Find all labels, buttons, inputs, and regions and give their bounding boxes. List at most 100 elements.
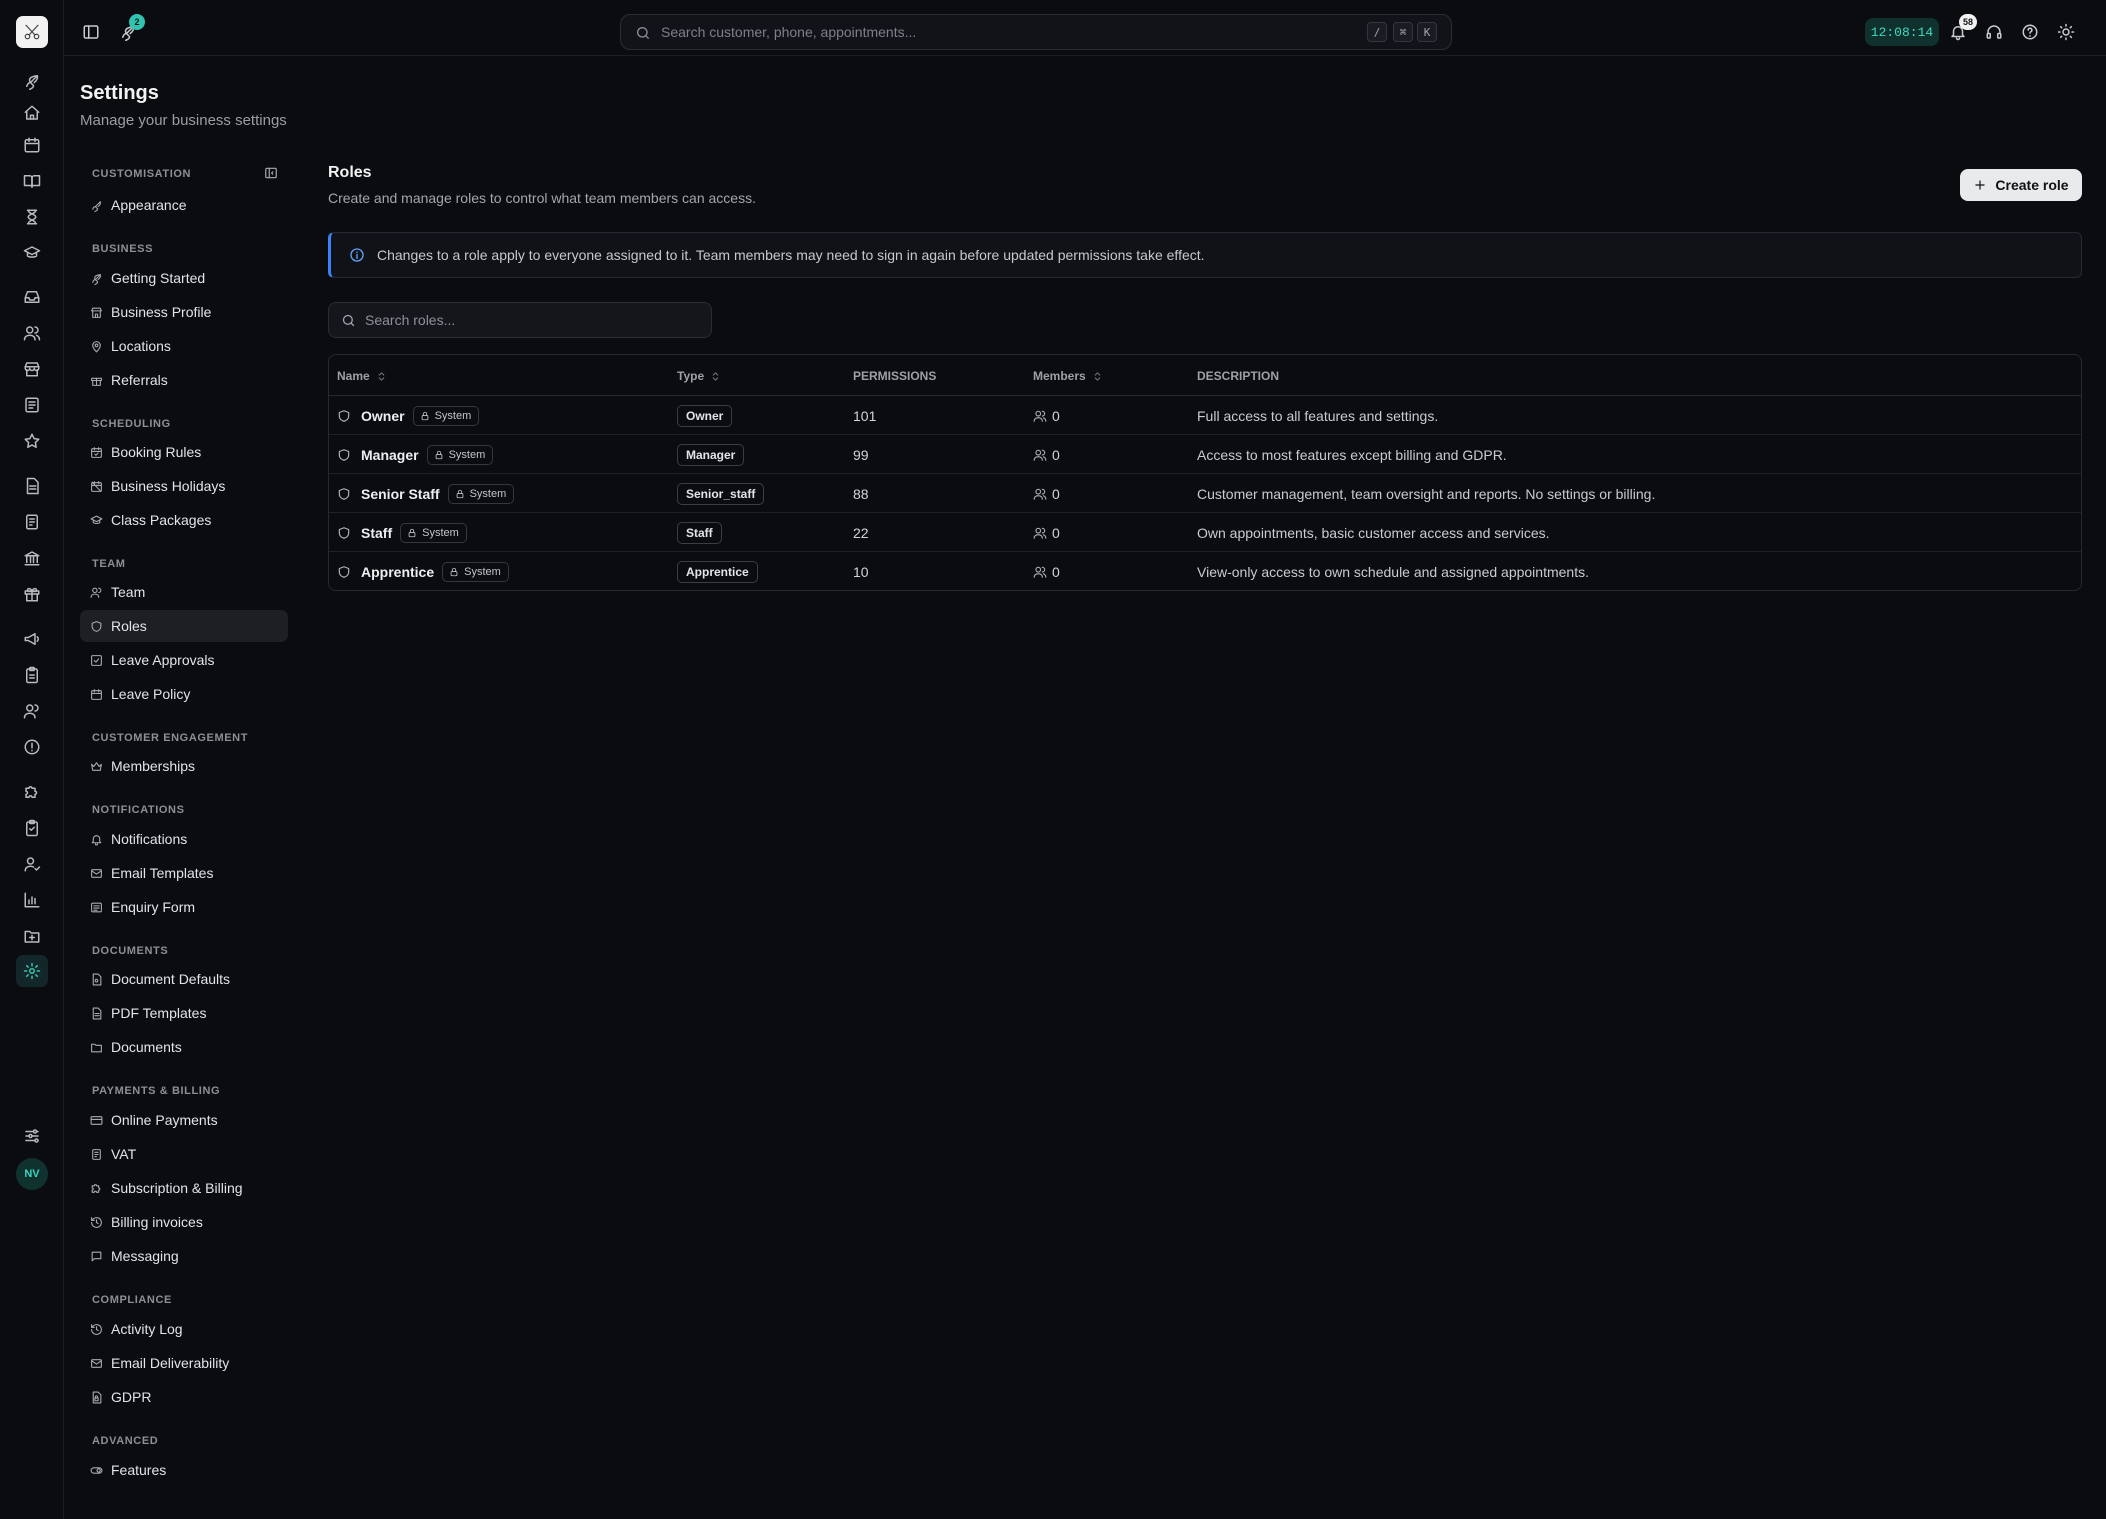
rocket-icon[interactable] — [23, 72, 41, 90]
nav-item-memberships[interactable]: Memberships — [80, 750, 288, 782]
avatar[interactable]: NV — [16, 1158, 48, 1190]
roles-search-input[interactable] — [365, 303, 695, 337]
nav-item-subscription-billing[interactable]: Subscription & Billing — [80, 1172, 288, 1204]
clipboard-icon[interactable] — [23, 666, 41, 684]
nav-item-email-templates[interactable]: Email Templates — [80, 857, 288, 889]
gift-icon[interactable] — [23, 585, 41, 603]
receipt-icon[interactable] — [23, 396, 41, 414]
graduation-cap-icon[interactable] — [23, 244, 41, 262]
nav-item-locations[interactable]: Locations — [80, 330, 288, 362]
home-icon[interactable] — [23, 104, 41, 122]
file-text-icon[interactable] — [23, 477, 41, 495]
members-count: 0 — [1052, 407, 1060, 424]
credit-card-icon — [90, 1114, 103, 1127]
megaphone-icon[interactable] — [23, 630, 41, 648]
section-compliance: COMPLIANCE — [92, 1294, 172, 1306]
nav-item-activity-log[interactable]: Activity Log — [80, 1313, 288, 1345]
sun-icon[interactable] — [2057, 23, 2075, 41]
store-icon[interactable] — [23, 360, 41, 378]
calendar-icon[interactable] — [23, 136, 41, 154]
column-members[interactable]: Members — [1033, 369, 1103, 383]
puzzle-icon[interactable] — [23, 783, 41, 801]
nav-item-vat[interactable]: VAT — [80, 1138, 288, 1170]
help-icon[interactable] — [2021, 23, 2039, 41]
alert-circle-icon[interactable] — [23, 738, 41, 756]
members-cell: 0 — [1033, 396, 1060, 435]
collapse-nav-icon[interactable] — [264, 166, 278, 180]
table-row[interactable]: Staff System Staff 22 0 Own appointments… — [329, 513, 2081, 552]
nav-item-getting-started[interactable]: Getting Started — [80, 262, 288, 294]
invoice-icon[interactable] — [23, 513, 41, 531]
users-icon[interactable] — [23, 324, 41, 342]
nav-item-messaging[interactable]: Messaging — [80, 1240, 288, 1272]
nav-item-business-profile[interactable]: Business Profile — [80, 296, 288, 328]
nav-item-referrals[interactable]: Referrals — [80, 364, 288, 396]
members-cell: 0 — [1033, 474, 1060, 513]
table-row[interactable]: Senior Staff System Senior_staff 88 0 Cu… — [329, 474, 2081, 513]
nav-label: Leave Approvals — [111, 652, 215, 668]
shield-icon — [337, 409, 351, 423]
nav-item-documents[interactable]: Documents — [80, 1031, 288, 1063]
lock-icon — [449, 567, 459, 577]
folder-icon[interactable] — [23, 927, 41, 945]
gear-icon[interactable] — [23, 962, 41, 980]
user-check-icon[interactable] — [23, 855, 41, 873]
members-count: 0 — [1052, 485, 1060, 502]
nav-item-leave-policy[interactable]: Leave Policy — [80, 678, 288, 710]
global-search-input[interactable] — [661, 15, 1261, 49]
mail-check-icon — [90, 1357, 103, 1370]
nav-item-online-payments[interactable]: Online Payments — [80, 1104, 288, 1136]
bar-chart-icon[interactable] — [23, 891, 41, 909]
table-row[interactable]: Owner System Owner 101 0 Full access to … — [329, 396, 2081, 435]
page-subtitle: Manage your business settings — [80, 112, 287, 129]
column-type[interactable]: Type — [677, 369, 721, 383]
nav-item-team[interactable]: Team — [80, 576, 288, 608]
members-cell: 0 — [1033, 513, 1060, 552]
lock-icon — [455, 489, 465, 499]
column-name[interactable]: Name — [337, 369, 387, 383]
nav-item-notifications[interactable]: Notifications — [80, 823, 288, 855]
sliders-icon[interactable] — [23, 1127, 41, 1145]
nav-item-appearance[interactable]: Appearance — [80, 189, 288, 221]
hourglass-icon[interactable] — [23, 208, 41, 226]
nav-item-leave-approvals[interactable]: Leave Approvals — [80, 644, 288, 676]
kbd-cmd: ⌘ — [1393, 22, 1413, 42]
nav-label: Getting Started — [111, 270, 206, 286]
create-role-button[interactable]: Create role — [1960, 169, 2082, 201]
star-icon[interactable] — [23, 432, 41, 450]
nav-item-pdf-templates[interactable]: PDF Templates — [80, 997, 288, 1029]
app-logo[interactable] — [16, 16, 48, 48]
nav-item-gdpr[interactable]: GDPR — [80, 1381, 288, 1413]
nav-item-document-defaults[interactable]: Document Defaults — [80, 963, 288, 995]
nav-item-booking-rules[interactable]: Booking Rules — [80, 436, 288, 468]
team-icon[interactable] — [23, 702, 41, 720]
nav-item-class-packages[interactable]: Class Packages — [80, 504, 288, 536]
nav-item-roles[interactable]: Roles — [80, 610, 288, 642]
system-badge-label: System — [422, 526, 459, 539]
roles-search[interactable] — [328, 302, 712, 338]
nav-item-email-deliverability[interactable]: Email Deliverability — [80, 1347, 288, 1379]
info-banner: Changes to a role apply to everyone assi… — [328, 232, 2082, 278]
file-lock-icon — [90, 1391, 103, 1404]
kbd-slash: / — [1367, 22, 1387, 42]
column-name-label: Name — [337, 369, 370, 383]
table-row[interactable]: Manager System Manager 99 0 Access to mo… — [329, 435, 2081, 474]
system-badge-label: System — [469, 487, 507, 500]
clock: 12:08:14 — [1865, 18, 1939, 46]
nav-label: Email Deliverability — [111, 1355, 230, 1371]
type-badge: Manager — [677, 443, 745, 466]
nav-label: Business Holidays — [111, 478, 226, 494]
info-icon — [349, 247, 365, 263]
global-search[interactable]: / ⌘ K — [620, 14, 1452, 50]
bank-icon[interactable] — [23, 549, 41, 567]
book-icon[interactable] — [23, 172, 41, 190]
nav-item-features[interactable]: Features — [80, 1454, 288, 1486]
checklist-icon[interactable] — [23, 819, 41, 837]
nav-item-enquiry-form[interactable]: Enquiry Form — [80, 891, 288, 923]
nav-item-billing-invoices[interactable]: Billing invoices — [80, 1206, 288, 1238]
table-row[interactable]: Apprentice System Apprentice 10 0 View-o… — [329, 552, 2081, 590]
inbox-icon[interactable] — [23, 288, 41, 306]
headset-icon[interactable] — [1985, 23, 2003, 41]
sidebar-toggle-icon[interactable] — [82, 23, 100, 41]
nav-item-business-holidays[interactable]: Business Holidays — [80, 470, 288, 502]
